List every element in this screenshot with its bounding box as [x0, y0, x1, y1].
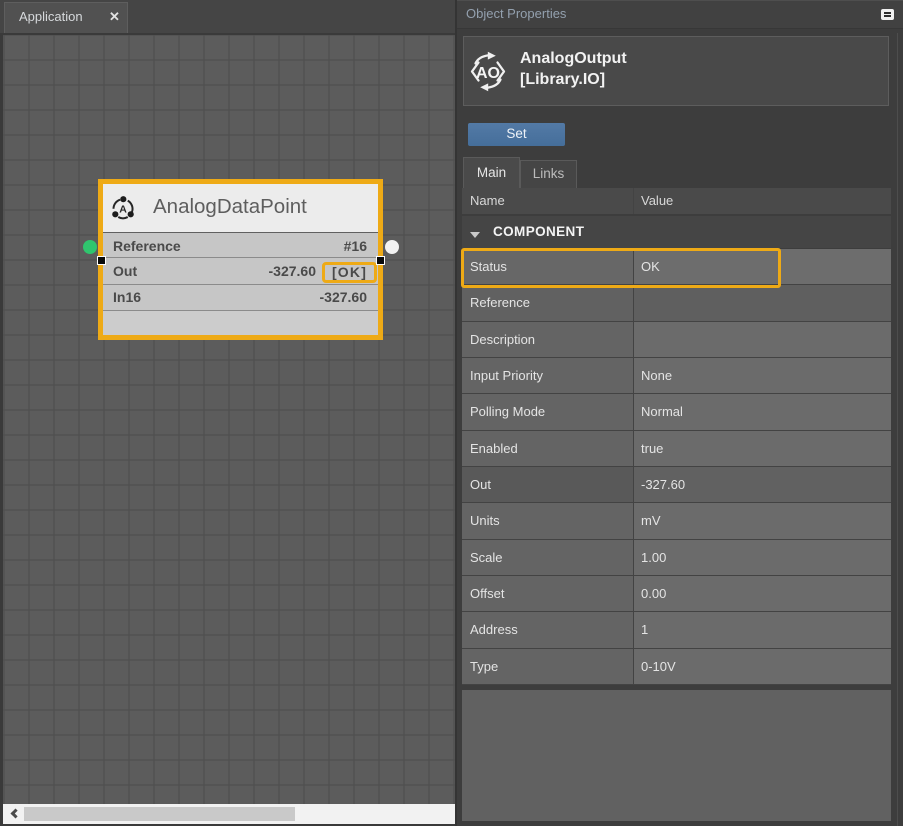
svg-text:A: A [119, 204, 127, 216]
svg-text:AO: AO [476, 65, 500, 82]
